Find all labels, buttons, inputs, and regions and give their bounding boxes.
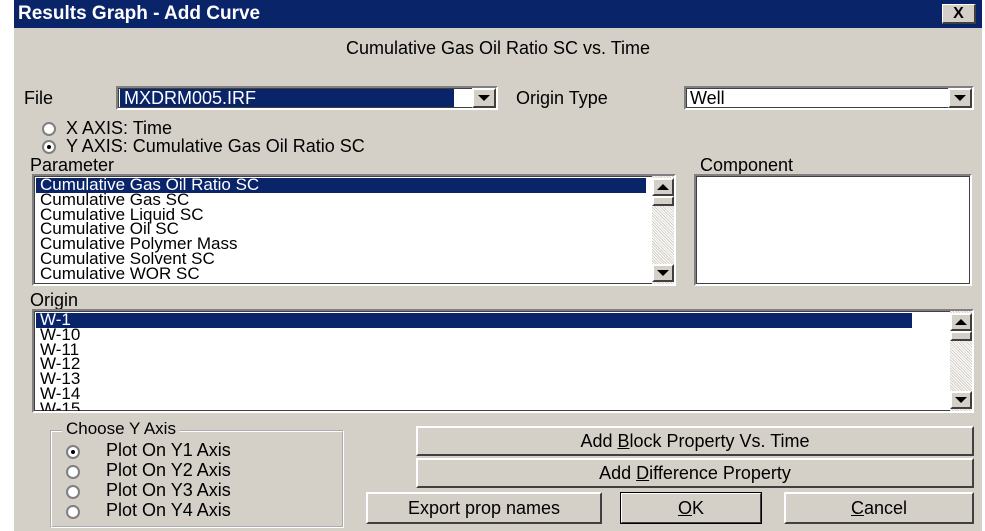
file-label: File [24,88,54,108]
parameter-listbox[interactable]: Cumulative Gas Oil Ratio SC Cumulative G… [32,174,676,286]
button-label: ifference Property [649,463,791,483]
chevron-up-icon [657,184,669,190]
scroll-thumb[interactable] [652,196,674,206]
button-label: lock Property Vs. Time [629,431,810,451]
y2-axis-label: Plot On Y2 Axis [106,460,231,480]
origin-listbox[interactable]: W-1 W-10 W-11 W-12 W-13 W-14 W-15 [32,309,974,413]
chevron-down-icon [955,397,967,403]
ok-button[interactable]: OK [620,492,762,524]
button-accelerator: B [617,431,630,451]
scroll-down-button[interactable] [950,391,972,409]
origin-label: Origin [30,290,79,310]
scroll-down-button[interactable] [652,264,674,282]
component-listbox[interactable] [694,174,972,286]
window-title: Results Graph - Add Curve [18,3,261,24]
add-block-property-button[interactable]: Add Block Property Vs. Time [416,426,974,456]
button-label: ancel [863,498,908,518]
file-value: MXDRM005.IRF [120,89,454,107]
origin-item[interactable]: W-12 [36,356,912,373]
title-bar: Results Graph - Add Curve X [14,0,982,28]
scroll-up-button[interactable] [950,313,972,331]
origin-type-value: Well [690,88,725,108]
origin-item[interactable]: W-11 [36,341,912,358]
y-axis-label: Y AXIS: Cumulative Gas Oil Ratio SC [66,136,365,156]
origin-type-dropdown-button[interactable] [948,88,972,108]
origin-scrollbar[interactable] [950,311,972,411]
cancel-button[interactable]: Cancel [784,492,974,524]
choose-y-axis-label: Choose Y Axis [62,419,180,439]
origin-item[interactable]: W-10 [36,326,912,343]
close-button[interactable]: X [942,4,976,24]
y-axis-radio[interactable] [42,140,56,154]
button-label: K [692,498,705,518]
y4-axis-radio[interactable] [66,505,80,519]
origin-item[interactable]: W-1 [36,311,912,328]
y1-axis-label: Plot On Y1 Axis [106,440,231,460]
dialog-window: Results Graph - Add Curve X Cumulative G… [14,0,982,531]
origin-type-combobox[interactable]: Well [684,86,974,110]
radio-selected-dot [71,450,75,454]
export-prop-names-button[interactable]: Export prop names [366,492,602,524]
y2-axis-radio[interactable] [66,465,80,479]
dialog-subtitle: Cumulative Gas Oil Ratio SC vs. Time [345,38,651,58]
button-label: Add [599,463,637,483]
chevron-up-icon [955,319,967,325]
scroll-up-button[interactable] [652,178,674,196]
button-label: Add [580,431,618,451]
parameter-scrollbar[interactable] [652,176,674,284]
chevron-down-icon [478,95,490,101]
add-difference-property-button[interactable]: Add Difference Property [416,458,974,488]
origin-type-label: Origin Type [516,88,608,108]
radio-selected-dot [47,145,51,149]
file-combobox[interactable]: MXDRM005.IRF [116,86,498,110]
origin-item[interactable]: W-13 [36,370,912,387]
chevron-down-icon [657,270,669,276]
component-label: Component [700,155,794,175]
button-accelerator: O [677,498,692,518]
x-axis-radio[interactable] [42,122,56,136]
chevron-down-icon [954,95,966,101]
parameter-item[interactable]: Cumulative WOR SC [36,265,646,282]
scroll-thumb[interactable] [950,331,972,341]
close-icon: X [953,5,964,22]
y1-axis-radio[interactable] [66,445,80,459]
y4-axis-label: Plot On Y4 Axis [106,500,231,520]
origin-item[interactable]: W-15 [36,400,912,411]
file-dropdown-button[interactable] [472,88,496,108]
y3-axis-radio[interactable] [66,485,80,499]
button-accelerator: D [636,463,650,483]
button-accelerator: C [850,498,864,518]
origin-item[interactable]: W-14 [36,385,912,402]
y3-axis-label: Plot On Y3 Axis [106,480,231,500]
parameter-label: Parameter [30,155,115,175]
